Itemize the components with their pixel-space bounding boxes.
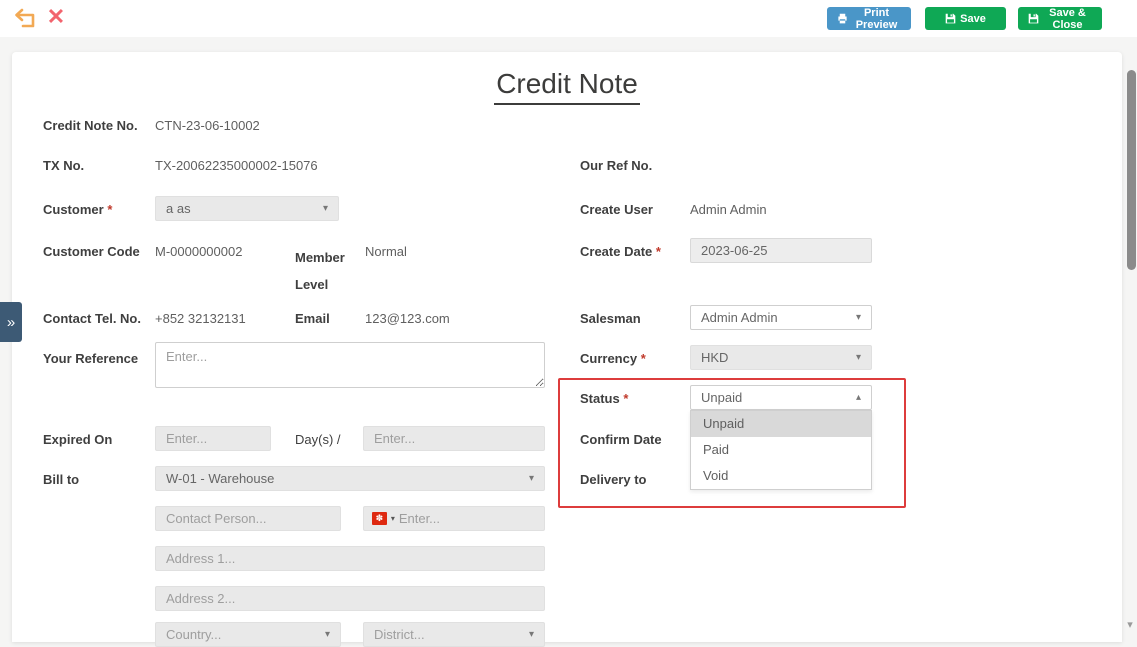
address1-input[interactable] <box>155 546 545 571</box>
currency-select-value: HKD <box>701 350 856 365</box>
status-option-unpaid[interactable]: Unpaid <box>691 411 871 437</box>
confirm-date-label: Confirm Date <box>580 432 662 447</box>
status-option-paid[interactable]: Paid <box>691 437 871 463</box>
save-button[interactable]: Save <box>925 7 1006 30</box>
save-and-close-button[interactable]: Save & Close <box>1018 7 1102 30</box>
customer-label: Customer * <box>43 202 112 217</box>
vertical-scrollbar-thumb[interactable] <box>1127 70 1136 270</box>
chevron-up-icon: ▴ <box>856 392 861 403</box>
delivery-to-label: Delivery to <box>580 472 646 487</box>
top-toolbar: ✕ Print Preview Save Save & Close <box>0 0 1137 37</box>
bill-to-label: Bill to <box>43 472 79 487</box>
your-reference-label: Your Reference <box>43 351 138 366</box>
customer-code-value: M-0000000002 <box>155 244 242 259</box>
chevron-down-icon: ▾ <box>856 312 861 323</box>
email-value: 123@123.com <box>365 311 450 326</box>
bill-to-select[interactable]: W-01 - Warehouse ▾ <box>155 466 545 491</box>
expired-on-date-input[interactable] <box>363 426 545 451</box>
page-title: Credit Note <box>494 68 640 105</box>
chevron-down-icon: ▾ <box>325 629 330 640</box>
contact-tel-value: +852 32132131 <box>155 311 246 326</box>
member-level-label: Member Level <box>295 244 357 298</box>
district-select-placeholder: District... <box>374 627 529 642</box>
printer-icon <box>837 13 848 24</box>
flag-chevron-down-icon[interactable]: ▾ <box>391 514 395 523</box>
save-close-label: Save & Close <box>1043 7 1092 31</box>
tx-no-value: TX-20062235000002-15076 <box>155 158 318 173</box>
save-icon <box>1028 13 1039 24</box>
status-option-void[interactable]: Void <box>691 463 871 489</box>
status-dropdown-menu: Unpaid Paid Void <box>690 410 872 490</box>
your-reference-textarea[interactable] <box>155 342 545 388</box>
credit-note-form-card: Credit Note Credit Note No. CTN-23-06-10… <box>12 52 1122 642</box>
back-icon[interactable] <box>13 7 39 31</box>
bill-to-select-value: W-01 - Warehouse <box>166 471 529 486</box>
chevron-down-icon: ▾ <box>529 473 534 484</box>
hong-kong-flag-icon[interactable]: ✽ <box>372 512 387 525</box>
credit-note-no-label: Credit Note No. <box>43 118 138 133</box>
district-select[interactable]: District... ▾ <box>363 622 545 647</box>
close-icon[interactable]: ✕ <box>45 3 67 31</box>
print-preview-button[interactable]: Print Preview <box>827 7 911 30</box>
create-user-value: Admin Admin <box>690 202 767 217</box>
credit-note-page: ✕ Print Preview Save Save & Close Credit… <box>0 0 1137 642</box>
save-label: Save <box>960 13 986 25</box>
contact-person-input[interactable] <box>155 506 341 531</box>
scrollbar-down-arrow[interactable]: ▾ <box>1123 618 1137 634</box>
create-date-label: Create Date * <box>580 244 661 259</box>
status-select-value: Unpaid <box>701 390 856 405</box>
salesman-select-value: Admin Admin <box>701 310 856 325</box>
create-user-label: Create User <box>580 202 653 217</box>
expired-on-separator: Day(s) / <box>295 432 341 447</box>
create-date-input[interactable] <box>690 238 872 263</box>
expired-on-label: Expired On <box>43 432 112 447</box>
save-icon <box>945 13 956 24</box>
customer-code-label: Customer Code <box>43 244 140 259</box>
chevron-down-icon: ▾ <box>323 203 328 214</box>
address2-input[interactable] <box>155 586 545 611</box>
page-title-wrap: Credit Note <box>12 68 1122 105</box>
country-select[interactable]: Country... ▾ <box>155 622 341 647</box>
double-chevron-right-icon: » <box>7 314 15 331</box>
contact-tel-label: Contact Tel. No. <box>43 311 141 326</box>
status-select[interactable]: Unpaid ▴ <box>690 385 872 410</box>
email-label: Email <box>295 311 330 326</box>
our-ref-no-label: Our Ref No. <box>580 158 652 173</box>
phone-input-group: ✽ ▾ <box>363 506 545 531</box>
print-preview-label: Print Preview <box>852 7 901 31</box>
phone-number-input[interactable] <box>399 511 536 526</box>
currency-label: Currency * <box>580 351 646 366</box>
chevron-down-icon: ▾ <box>529 629 534 640</box>
member-level-value: Normal <box>365 244 407 259</box>
chevron-down-icon: ▾ <box>856 352 861 363</box>
country-select-placeholder: Country... <box>166 627 325 642</box>
tx-no-label: TX No. <box>43 158 84 173</box>
customer-select-value: a as <box>166 201 323 216</box>
currency-select[interactable]: HKD ▾ <box>690 345 872 370</box>
status-label: Status * <box>580 391 628 406</box>
customer-select[interactable]: a as ▾ <box>155 196 339 221</box>
salesman-label: Salesman <box>580 311 641 326</box>
credit-note-no-value: CTN-23-06-10002 <box>155 118 260 133</box>
salesman-select[interactable]: Admin Admin ▾ <box>690 305 872 330</box>
expired-on-days-input[interactable] <box>155 426 271 451</box>
expand-panel-button[interactable]: » <box>0 302 22 342</box>
